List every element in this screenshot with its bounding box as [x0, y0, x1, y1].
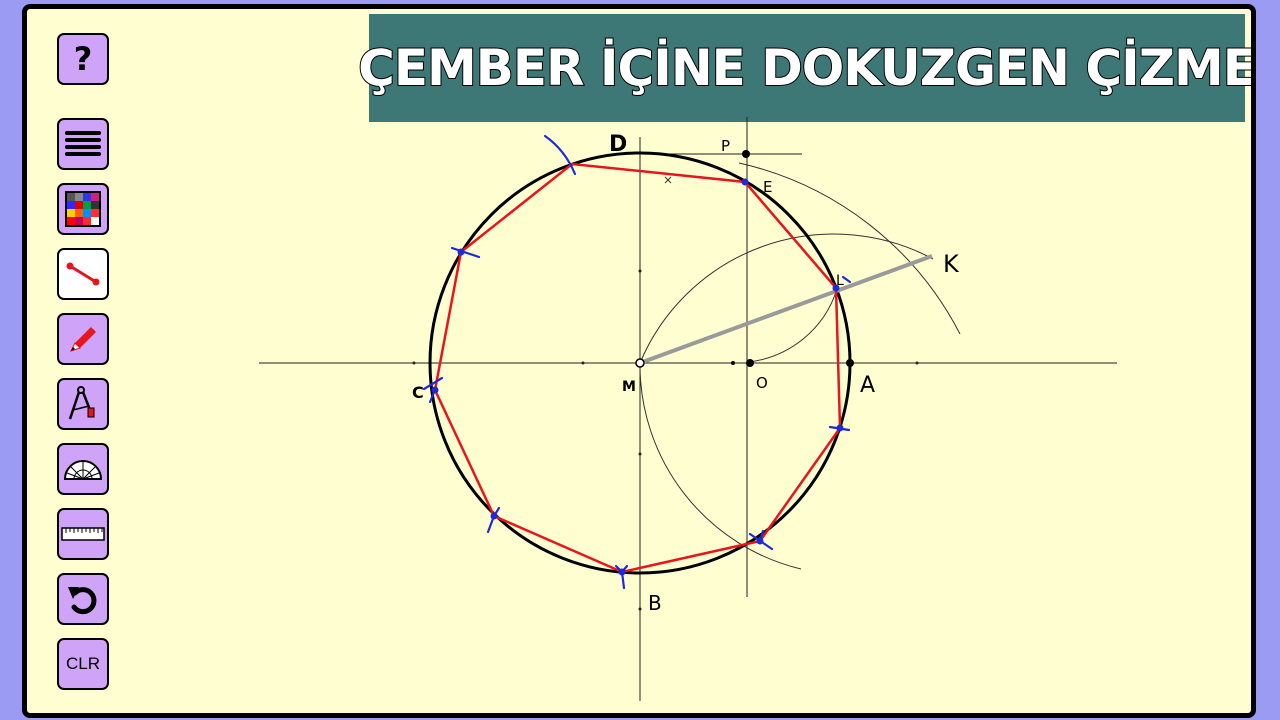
point-A	[846, 359, 854, 367]
point-M	[635, 358, 645, 368]
axis-ticks	[412, 151, 919, 611]
construction-arcs	[639, 162, 961, 570]
label-P: P	[721, 137, 730, 155]
label-A: A	[860, 373, 875, 398]
geometry-drawing: D P E K L M O A B C	[259, 117, 1117, 701]
segment-MK	[639, 254, 933, 365]
label-C: C	[412, 383, 424, 402]
label-D: D	[609, 132, 627, 157]
point-P	[742, 150, 750, 158]
arc-centered-O-bottom	[639, 362, 802, 570]
label-E: E	[763, 178, 772, 196]
point-O	[746, 359, 754, 367]
label-L: L	[836, 273, 844, 289]
nonagon-polygon	[433, 162, 842, 574]
label-B: B	[648, 591, 662, 615]
arc-centered-O	[639, 233, 934, 364]
point-O-tick	[731, 361, 735, 365]
small-x-mark	[664, 176, 672, 184]
label-M: M	[622, 379, 636, 395]
drawing-board[interactable]: ? CLR ÇEMBER İÇİNE DOKUZGEN ÇİZME D P E …	[22, 4, 1256, 718]
label-K: K	[943, 250, 960, 278]
arc-O-to-L	[747, 288, 838, 363]
label-O: O	[756, 374, 768, 392]
